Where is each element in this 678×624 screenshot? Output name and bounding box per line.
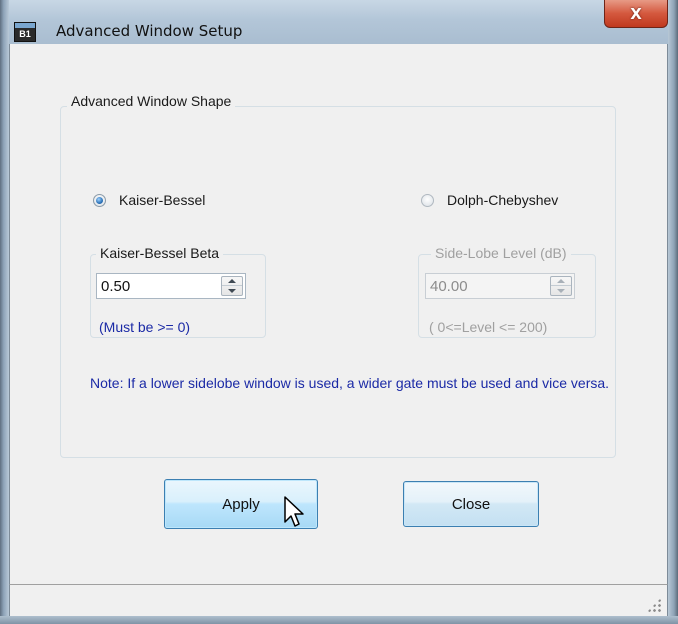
mouse-pointer-icon [284,496,304,527]
app-icon-glyph: B1 [19,29,31,39]
dolph-chebyshev-option[interactable]: Dolph-Chebyshev [421,192,558,208]
dolph-chebyshev-radio[interactable] [421,193,434,207]
title-bar[interactable]: B1 Advanced Window Setup X [0,0,678,45]
window-frame-right [668,0,678,624]
window-frame-left [0,0,9,624]
close-button[interactable]: Close [403,481,539,527]
side-lobe-increment-button[interactable] [551,277,571,286]
status-bar [9,584,668,616]
kaiser-bessel-beta-label: Kaiser-Bessel Beta [96,245,224,261]
side-lobe-spin-buttons[interactable] [550,276,572,296]
chevron-down-icon [228,288,236,293]
dialog-client-area: Advanced Window Shape Kaiser-Bessel Dolp… [9,44,668,584]
advanced-window-shape-label: Advanced Window Shape [67,93,236,109]
kaiser-beta-spin-buttons[interactable] [221,276,243,296]
kaiser-bessel-beta-stepper[interactable] [96,273,246,299]
window-frame-bottom [0,616,678,624]
dolph-chebyshev-label: Dolph-Chebyshev [447,192,559,208]
kaiser-bessel-option[interactable]: Kaiser-Bessel [93,192,205,208]
window-title: Advanced Window Setup [56,22,243,40]
close-window-button[interactable]: X [604,0,668,28]
chevron-up-icon [228,279,236,283]
kaiser-bessel-beta-hint: (Must be >= 0) [99,319,191,335]
side-lobe-level-input[interactable] [426,274,544,298]
app-icon[interactable]: B1 [14,22,36,42]
side-lobe-level-label: Side-Lobe Level (dB) [431,245,571,261]
side-lobe-decrement-button[interactable] [551,286,571,295]
note-text: Note: If a lower sidelobe window is used… [90,375,610,391]
chevron-up-icon [557,279,565,283]
chevron-down-icon [557,288,565,293]
side-lobe-level-stepper[interactable] [425,273,575,299]
kaiser-beta-increment-button[interactable] [222,277,242,286]
kaiser-bessel-beta-input[interactable] [97,274,215,298]
side-lobe-level-hint: ( 0<=Level <= 200) [429,319,548,335]
resize-grip-icon[interactable] [647,598,661,612]
kaiser-bessel-radio[interactable] [93,193,106,207]
kaiser-beta-decrement-button[interactable] [222,286,242,295]
close-icon: X [630,4,642,23]
advanced-window-setup-dialog: B1 Advanced Window Setup X Advanced Wind… [0,0,678,624]
kaiser-bessel-label: Kaiser-Bessel [119,192,206,208]
